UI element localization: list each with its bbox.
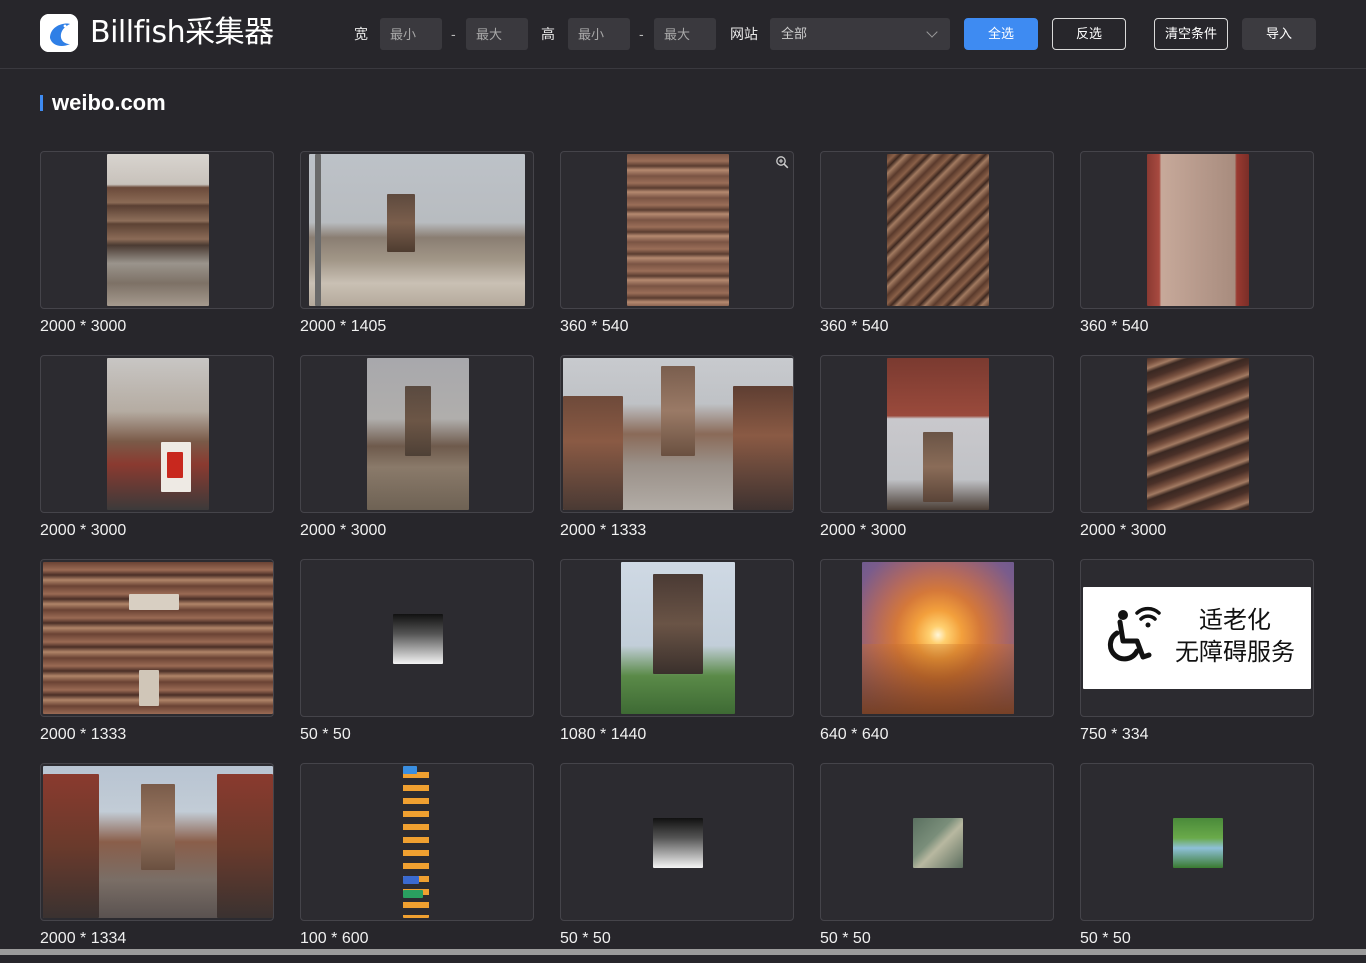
image-dimensions: 2000 * 3000 [300, 522, 387, 539]
image-dimensions: 2000 * 1333 [560, 522, 647, 539]
image-card[interactable]: 50 * 50 [820, 763, 1054, 963]
image-dimensions: 2000 * 1405 [300, 318, 387, 335]
image-thumbnail[interactable] [1080, 763, 1314, 921]
app-title: Billfish采集器 [90, 15, 274, 50]
image-dimensions: 360 * 540 [560, 318, 629, 335]
image-dimensions: 2000 * 1333 [40, 726, 127, 743]
clear-filters-button[interactable]: 清空条件 [1154, 18, 1228, 50]
height-label: 高 [541, 26, 555, 42]
zoom-in-icon[interactable] [775, 155, 789, 169]
image-card[interactable]: 360 * 540 [1080, 151, 1314, 351]
image-dimensions: 100 * 600 [300, 930, 369, 947]
wheelchair-wifi-icon [1107, 606, 1161, 662]
image-dimensions: 2000 * 3000 [820, 522, 907, 539]
image-thumbnail[interactable] [40, 151, 274, 309]
image-dimensions: 2000 * 3000 [1080, 522, 1167, 539]
image-thumbnail[interactable] [560, 355, 794, 513]
banner-line1: 适老化 [1199, 607, 1271, 634]
image-thumbnail[interactable] [820, 151, 1054, 309]
image-dimensions: 2000 * 3000 [40, 522, 127, 539]
image-card[interactable]: 640 * 640 [820, 559, 1054, 759]
image-thumbnail[interactable] [300, 559, 534, 717]
import-button[interactable]: 导入 [1242, 18, 1316, 50]
width-max-input[interactable] [466, 18, 528, 50]
image-dimensions: 750 * 334 [1080, 726, 1149, 743]
image-card[interactable]: 1080 * 1440 [560, 559, 794, 759]
height-min-input[interactable] [568, 18, 630, 50]
image-card[interactable]: 2000 * 1333 [560, 355, 794, 555]
billfish-logo-icon [40, 14, 78, 52]
site-select-value: 全部 [781, 26, 808, 41]
image-dimensions: 50 * 50 [560, 930, 611, 947]
image-dimensions: 2000 * 3000 [40, 318, 127, 335]
image-dimensions: 360 * 540 [820, 318, 889, 335]
image-thumbnail[interactable] [300, 763, 534, 921]
image-card[interactable]: 360 * 540 [820, 151, 1054, 351]
image-card[interactable]: 360 * 540 [560, 151, 794, 351]
image-thumbnail[interactable] [560, 151, 794, 309]
image-dimensions: 1080 * 1440 [560, 726, 647, 743]
invert-selection-button[interactable]: 反选 [1052, 18, 1126, 50]
width-range-dash: - [451, 26, 456, 42]
width-min-input[interactable] [380, 18, 442, 50]
image-card[interactable]: 2000 * 3000 [820, 355, 1054, 555]
image-thumbnail[interactable]: 适老化 无障碍服务 [1080, 559, 1314, 717]
image-card[interactable]: 2000 * 1334 [40, 763, 274, 963]
image-dimensions: 50 * 50 [300, 726, 351, 743]
width-label: 宽 [354, 26, 368, 42]
image-card[interactable]: 适老化 无障碍服务 750 * 334 [1080, 559, 1314, 759]
image-card[interactable]: 2000 * 1333 [40, 559, 274, 759]
image-thumbnail[interactable] [40, 355, 274, 513]
image-dimensions: 2000 * 1334 [40, 930, 127, 947]
section-accent-bar [40, 95, 43, 111]
image-thumbnail[interactable] [300, 151, 534, 309]
image-thumbnail[interactable] [820, 355, 1054, 513]
image-card[interactable]: 2000 * 1405 [300, 151, 534, 351]
select-all-button[interactable]: 全选 [964, 18, 1038, 50]
image-thumbnail[interactable] [1080, 355, 1314, 513]
image-thumbnail[interactable] [40, 763, 274, 921]
site-label: 网站 [730, 26, 758, 42]
accessibility-banner: 适老化 无障碍服务 [1083, 587, 1311, 689]
top-toolbar: Billfish采集器 宽 - 高 - 网站 全部 全选 反选 清空条件 导入 [0, 0, 1366, 69]
image-thumbnail[interactable] [820, 559, 1054, 717]
image-card[interactable]: 50 * 50 [560, 763, 794, 963]
image-thumbnail[interactable] [1080, 151, 1314, 309]
image-card[interactable]: 50 * 50 [1080, 763, 1314, 963]
height-max-input[interactable] [654, 18, 716, 50]
image-card[interactable]: 2000 * 3000 [40, 151, 274, 351]
height-range-dash: - [639, 26, 644, 42]
image-thumbnail[interactable] [560, 763, 794, 921]
banner-line2: 无障碍服务 [1175, 639, 1295, 666]
image-dimensions: 50 * 50 [1080, 930, 1131, 947]
horizontal-scrollbar[interactable] [0, 949, 1366, 955]
image-card[interactable]: 2000 * 3000 [1080, 355, 1314, 555]
chevron-down-icon [926, 26, 938, 38]
image-card[interactable]: 100 * 600 [300, 763, 534, 963]
image-card[interactable]: 2000 * 3000 [300, 355, 534, 555]
image-dimensions: 50 * 50 [820, 930, 871, 947]
section-title: weibo.com [52, 90, 166, 115]
site-select[interactable]: 全部 [770, 18, 950, 50]
image-thumbnail[interactable] [820, 763, 1054, 921]
image-dimensions: 360 * 540 [1080, 318, 1149, 335]
image-card[interactable]: 2000 * 3000 [40, 355, 274, 555]
image-thumbnail[interactable] [560, 559, 794, 717]
image-thumbnail[interactable] [40, 559, 274, 717]
image-dimensions: 640 * 640 [820, 726, 889, 743]
image-thumbnail[interactable] [300, 355, 534, 513]
image-card[interactable]: 50 * 50 [300, 559, 534, 759]
